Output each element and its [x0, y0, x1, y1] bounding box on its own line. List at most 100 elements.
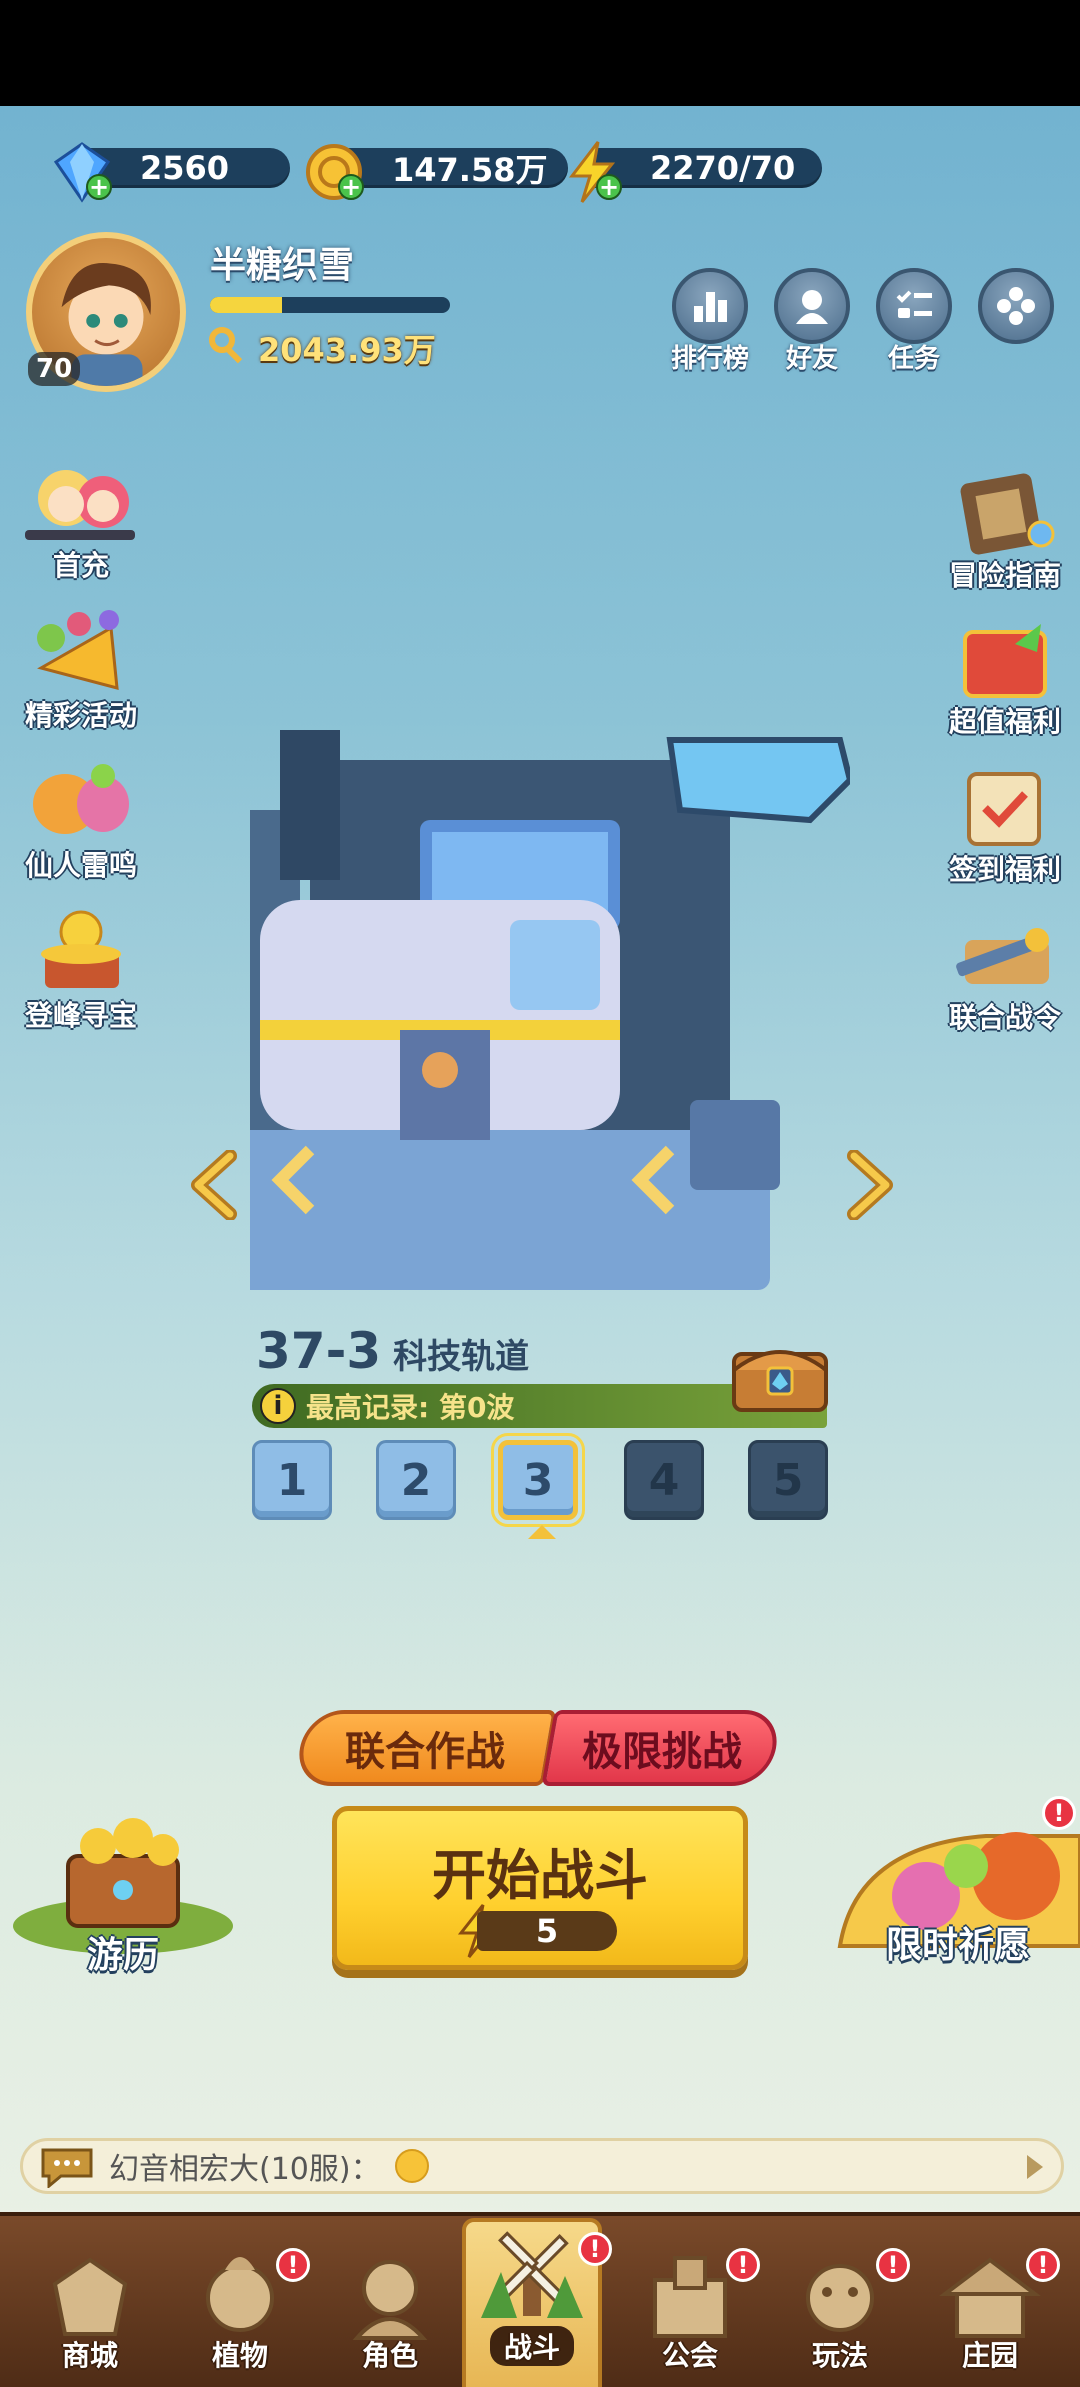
- tasks-button[interactable]: 任务: [872, 268, 956, 375]
- tasks-icon: [876, 268, 952, 344]
- expand-chat-icon[interactable]: [1027, 2155, 1043, 2179]
- selected-wave-pointer: [528, 1525, 556, 1539]
- value-bonus-label: 超值福利: [948, 705, 1061, 738]
- nav-tab-battle[interactable]: ! 战斗: [462, 2218, 612, 2387]
- nav-tab-guild[interactable]: ! 公会: [620, 2244, 760, 2384]
- value-bonus-icon: [963, 624, 1047, 698]
- start-battle-label: 开始战斗: [432, 1844, 648, 1907]
- gem-counter[interactable]: + 2560: [50, 140, 290, 203]
- cactus-thunder-button[interactable]: 仙人雷鸣: [6, 748, 156, 884]
- adventure-guide-button[interactable]: 冒险指南: [930, 458, 1080, 594]
- stage-name: 科技轨道: [393, 1337, 530, 1377]
- guild-alert-badge: !: [726, 2248, 760, 2282]
- nav-label-battle: 战斗: [489, 2326, 574, 2366]
- events-horn-icon: [37, 610, 119, 691]
- limited-wish-alert-badge: !: [1042, 1796, 1076, 1830]
- extreme-challenge-tab[interactable]: 极限挑战: [541, 1710, 783, 1786]
- add-gold-icon[interactable]: +: [338, 174, 364, 200]
- friends-icon: [774, 268, 850, 344]
- nav-label-shop: 商城: [61, 2339, 118, 2372]
- wave-button-1[interactable]: 1: [252, 1440, 332, 1520]
- travel-button[interactable]: 游历: [8, 1816, 238, 1978]
- nav-label-gameplay: 玩法: [811, 2339, 868, 2372]
- travel-label: 游历: [86, 1935, 159, 1976]
- energy-cost: 5: [477, 1911, 617, 1951]
- first-recharge-heroes-icon: [25, 470, 135, 540]
- status-bar: [0, 0, 1080, 106]
- nav-label-characters: 角色: [361, 2339, 418, 2372]
- info-icon: i: [260, 1388, 296, 1424]
- stage-title: 37-3 科技轨道: [256, 1322, 529, 1380]
- next-stage-arrow-icon[interactable]: [838, 1150, 898, 1220]
- add-energy-icon[interactable]: +: [596, 174, 622, 200]
- xp-bar: [210, 297, 450, 313]
- value-bonus-button[interactable]: 超值福利: [930, 604, 1080, 740]
- friends-label: 好友: [785, 344, 838, 374]
- nav-label-plants: 植物: [211, 2339, 268, 2372]
- friends-button[interactable]: 好友: [770, 268, 854, 375]
- level-badge: 70: [28, 352, 81, 386]
- nav-tab-plants[interactable]: ! 植物: [170, 2244, 310, 2384]
- nav-label-manor: 庄园: [961, 2339, 1018, 2372]
- manor-alert-badge: !: [1026, 2248, 1060, 2282]
- wave-button-3[interactable]: 3: [491, 1433, 585, 1527]
- emoji-icon: [394, 2149, 429, 2183]
- cactus-thunder-icon: [33, 764, 129, 834]
- first-recharge-button[interactable]: 首充: [6, 448, 156, 584]
- gold-counter[interactable]: + 147.58万: [302, 140, 568, 200]
- ranking-icon: [672, 268, 748, 344]
- wave-button-2[interactable]: 2: [376, 1440, 456, 1520]
- gameplay-alert-badge: !: [876, 2248, 910, 2282]
- checkin-bonus-button[interactable]: 签到福利: [930, 752, 1080, 888]
- battle-pass-label: 联合战令: [948, 1001, 1061, 1034]
- ranking-button[interactable]: 排行榜: [668, 268, 752, 375]
- chat-bubble-icon: [41, 2148, 93, 2188]
- battle-pass-button[interactable]: 联合战令: [930, 900, 1080, 1036]
- cactus-thunder-label: 仙人雷鸣: [24, 849, 137, 882]
- characters-icon: [352, 2260, 428, 2340]
- player-avatar[interactable]: 70: [26, 232, 186, 392]
- checkin-bonus-label: 签到福利: [948, 853, 1061, 886]
- limited-wish-label: 限时祈愿: [885, 1925, 1030, 1966]
- nav-label-guild: 公会: [661, 2339, 718, 2372]
- nav-tab-characters[interactable]: 角色: [320, 2244, 460, 2384]
- player-name: 半糖织雪: [210, 245, 355, 286]
- calendar-check-icon: [967, 772, 1041, 846]
- wave-button-5[interactable]: 5: [748, 1440, 828, 1520]
- stage-reward-chest-icon[interactable]: [728, 1334, 832, 1416]
- events-button[interactable]: 精彩活动: [6, 598, 156, 734]
- chat-message: 幻音相宏大(10服)：: [109, 2152, 381, 2187]
- stage-train-illustration: [250, 730, 850, 1290]
- battle-pass-icon: [956, 928, 1049, 984]
- combat-power: 2043.93万: [208, 325, 436, 371]
- plants-alert-badge: !: [276, 2248, 310, 2282]
- tasks-label: 任务: [887, 344, 940, 374]
- energy-counter[interactable]: + 2270/70: [560, 140, 822, 203]
- key-icon: [209, 327, 243, 364]
- summit-treasure-label: 登峰寻宝: [24, 999, 137, 1032]
- guide-book-icon: [960, 473, 1055, 555]
- more-menu-button[interactable]: [974, 268, 1058, 344]
- more-menu-icon: [978, 268, 1054, 344]
- wave-button-4[interactable]: 4: [624, 1440, 704, 1520]
- chat-bar[interactable]: 幻音相宏大(10服)：: [20, 2138, 1064, 2194]
- start-battle-button[interactable]: 开始战斗 5: [332, 1806, 748, 1970]
- adventure-guide-label: 冒险指南: [948, 559, 1061, 592]
- windmill-battle-icon: [481, 2231, 583, 2318]
- limited-wish-button[interactable]: ! 限时祈愿: [836, 1796, 1080, 1968]
- ranking-label: 排行榜: [670, 344, 749, 374]
- energy-value: 2270/70: [590, 148, 822, 188]
- first-recharge-label: 首充: [52, 549, 109, 582]
- coop-battle-tab[interactable]: 联合作战: [293, 1710, 557, 1786]
- add-gem-icon[interactable]: +: [86, 174, 112, 200]
- stage-number: 37-3: [256, 1322, 382, 1380]
- power-value: 2043.93万: [258, 331, 436, 369]
- battle-alert-badge: !: [578, 2232, 612, 2266]
- nav-tab-gameplay[interactable]: ! 玩法: [770, 2244, 910, 2384]
- coop-battle-label: 联合作战: [345, 1729, 505, 1775]
- xp-fill: [210, 297, 282, 313]
- nav-tab-manor[interactable]: ! 庄园: [920, 2244, 1060, 2384]
- nav-tab-shop[interactable]: 商城: [20, 2244, 160, 2384]
- previous-stage-arrow-icon[interactable]: [186, 1150, 246, 1220]
- summit-treasure-button[interactable]: 登峰寻宝: [6, 898, 156, 1034]
